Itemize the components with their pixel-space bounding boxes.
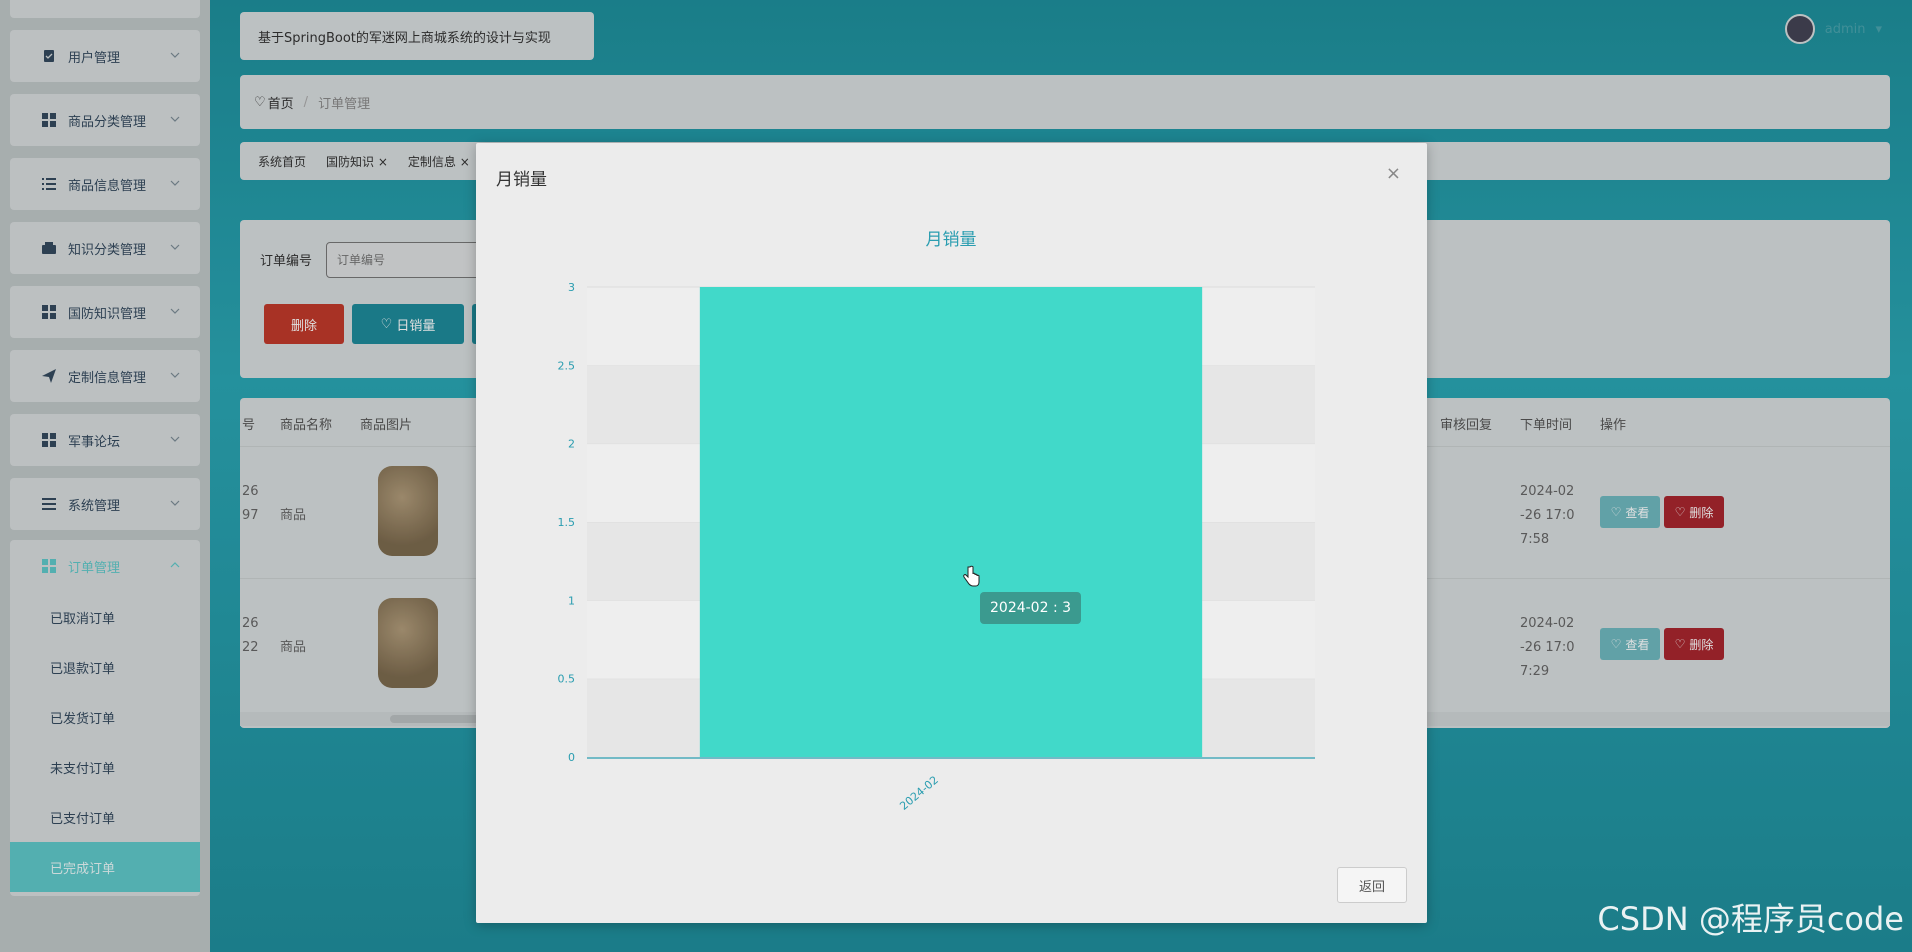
watermark: CSDN @程序员code	[1597, 900, 1904, 938]
monthly-sales-modal: 月销量 × 月销量 0 0.5 1 1.5 2 2.5 3 2024-02 返回	[476, 143, 1427, 923]
chart-bar	[699, 287, 1203, 757]
y-tick-label: 2.5	[558, 359, 576, 372]
chart-tooltip: 2024-02 : 3	[980, 592, 1082, 624]
y-tick-label: 1	[568, 594, 575, 607]
sales-chart: 月销量 0 0.5 1 1.5 2 2.5 3 2024-02	[558, 230, 1315, 813]
chart-title: 月销量	[926, 230, 977, 250]
y-tick-label: 0	[568, 751, 575, 764]
back-button[interactable]: 返回	[1337, 867, 1407, 903]
y-tick-label: 3	[568, 281, 575, 294]
y-tick-label: 2	[568, 438, 575, 451]
hand-cursor-icon	[963, 565, 980, 587]
x-tick-label: 2024-02	[897, 773, 941, 813]
y-tick-label: 0.5	[558, 673, 576, 686]
y-tick-label: 1.5	[558, 516, 576, 529]
